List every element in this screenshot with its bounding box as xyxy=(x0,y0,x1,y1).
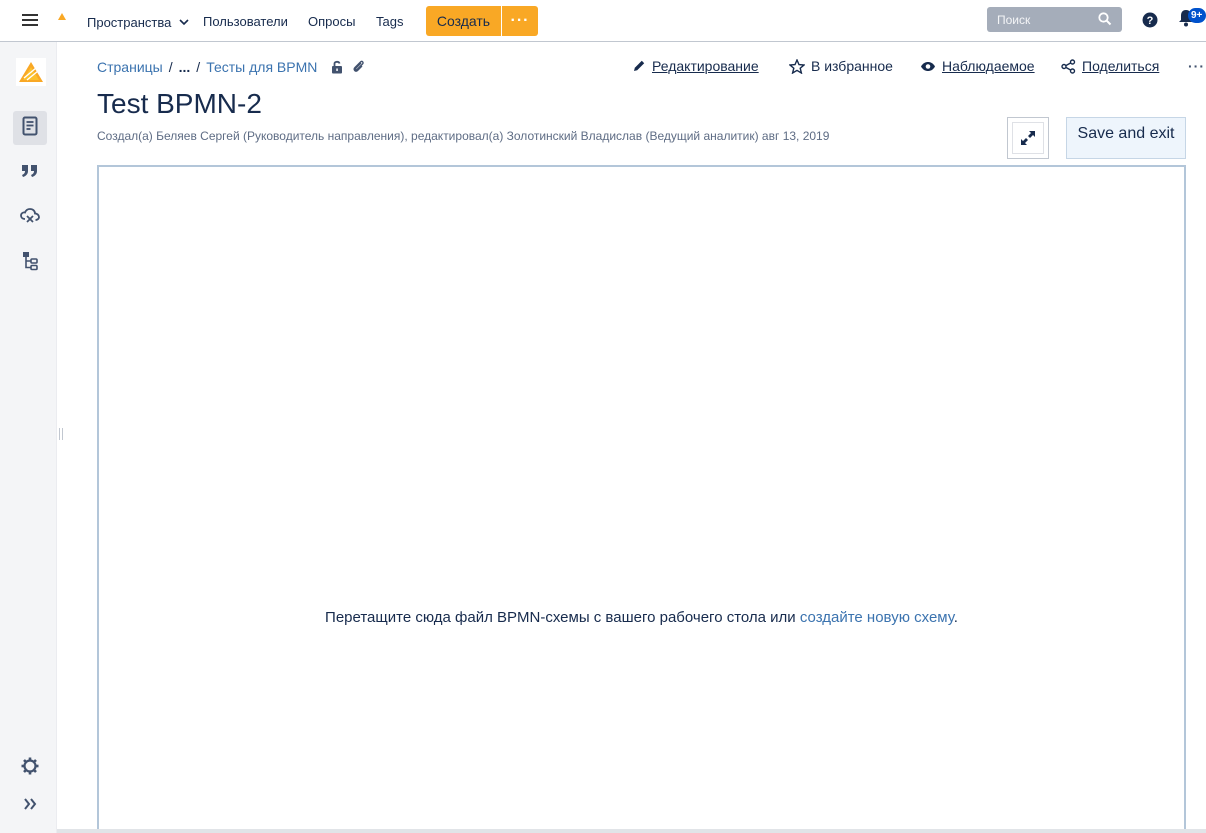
drop-text-tail: . xyxy=(953,609,958,626)
bpmn-drop-zone[interactable]: Перетащите сюда файл BPMN-схемы с вашего… xyxy=(97,165,1186,833)
page-icon xyxy=(22,116,38,141)
more-actions-icon[interactable]: ··· xyxy=(1188,58,1205,74)
favorite-label: В избранное xyxy=(811,58,893,74)
breadcrumb-parent[interactable]: Тесты для BPMN xyxy=(206,59,317,75)
breadcrumb-separator: / xyxy=(196,59,201,75)
save-and-exit-button[interactable]: Save and exit xyxy=(1066,117,1186,159)
sidebar-resize-handle[interactable] xyxy=(59,428,65,442)
nav-polls[interactable]: Опросы xyxy=(308,14,355,29)
search-placeholder: Поиск xyxy=(997,12,1031,27)
eye-icon xyxy=(921,61,935,71)
attachment-icon[interactable] xyxy=(352,60,366,74)
watch-label: Наблюдаемое xyxy=(942,58,1035,74)
edit-button[interactable]: Редактирование xyxy=(632,58,759,74)
cloud-link-icon xyxy=(20,207,40,230)
nav-spaces[interactable]: Пространства xyxy=(87,14,189,30)
sidebar-item-page-tree[interactable] xyxy=(13,246,47,280)
notification-badge: 9+ xyxy=(1188,8,1206,23)
create-button[interactable]: Создать xyxy=(426,6,501,36)
edit-label: Редактирование xyxy=(652,58,759,74)
unlock-icon[interactable] xyxy=(331,60,344,74)
breadcrumb: Страницы / ... / Тесты для BPMN xyxy=(97,59,366,75)
sidebar-item-blog[interactable] xyxy=(13,156,47,190)
help-icon[interactable]: ? xyxy=(1142,12,1158,33)
create-more-button[interactable]: ··· xyxy=(502,6,538,36)
quote-icon xyxy=(21,163,39,184)
search-input[interactable]: Поиск xyxy=(987,7,1122,32)
breadcrumb-pages[interactable]: Страницы xyxy=(97,59,163,75)
bottom-scroll-area xyxy=(57,829,1206,833)
space-logo-icon[interactable] xyxy=(16,58,46,91)
app-logo-icon[interactable] xyxy=(58,8,66,20)
search-icon xyxy=(1098,12,1112,29)
page-byline: Создал(а) Беляев Сергей (Руководитель на… xyxy=(97,129,830,143)
page-tree-icon xyxy=(22,251,38,276)
expand-sidebar-button[interactable] xyxy=(13,789,47,823)
breadcrumb-separator: / xyxy=(168,59,173,75)
breadcrumb-ellipsis[interactable]: ... xyxy=(179,59,191,75)
top-navigation-bar: Пространства Пользователи Опросы Tags Со… xyxy=(0,0,1206,42)
share-button[interactable]: Поделиться xyxy=(1061,58,1159,74)
chevron-down-icon xyxy=(179,14,189,29)
fullscreen-button[interactable] xyxy=(1007,117,1049,159)
svg-text:?: ? xyxy=(1147,15,1154,27)
star-icon xyxy=(789,58,805,74)
drop-text: Перетащите сюда файл BPMN-схемы с вашего… xyxy=(325,609,800,626)
left-sidebar xyxy=(0,42,57,833)
watch-button[interactable]: Наблюдаемое xyxy=(920,58,1035,74)
space-settings-button[interactable] xyxy=(13,751,47,785)
nav-spaces-label: Пространства xyxy=(87,15,172,30)
more-dots-icon: ··· xyxy=(510,12,530,29)
nav-tags[interactable]: Tags xyxy=(376,14,403,29)
nav-users[interactable]: Пользователи xyxy=(203,14,288,29)
gear-icon xyxy=(21,757,39,780)
sidebar-item-integrations[interactable] xyxy=(13,201,47,235)
sidebar-item-pages[interactable] xyxy=(13,111,47,145)
share-icon xyxy=(1061,58,1076,74)
expand-icon xyxy=(1021,131,1035,145)
menu-icon[interactable] xyxy=(22,14,38,28)
chevrons-right-icon xyxy=(23,797,37,815)
drop-instructions: Перетащите сюда файл BPMN-схемы с вашего… xyxy=(99,609,1184,626)
pencil-icon xyxy=(634,60,645,71)
favorite-button[interactable]: В избранное xyxy=(789,58,893,74)
create-diagram-link[interactable]: создайте новую схему xyxy=(800,609,954,626)
page-title: Test BPMN-2 xyxy=(97,88,262,119)
share-label: Поделиться xyxy=(1082,58,1160,74)
